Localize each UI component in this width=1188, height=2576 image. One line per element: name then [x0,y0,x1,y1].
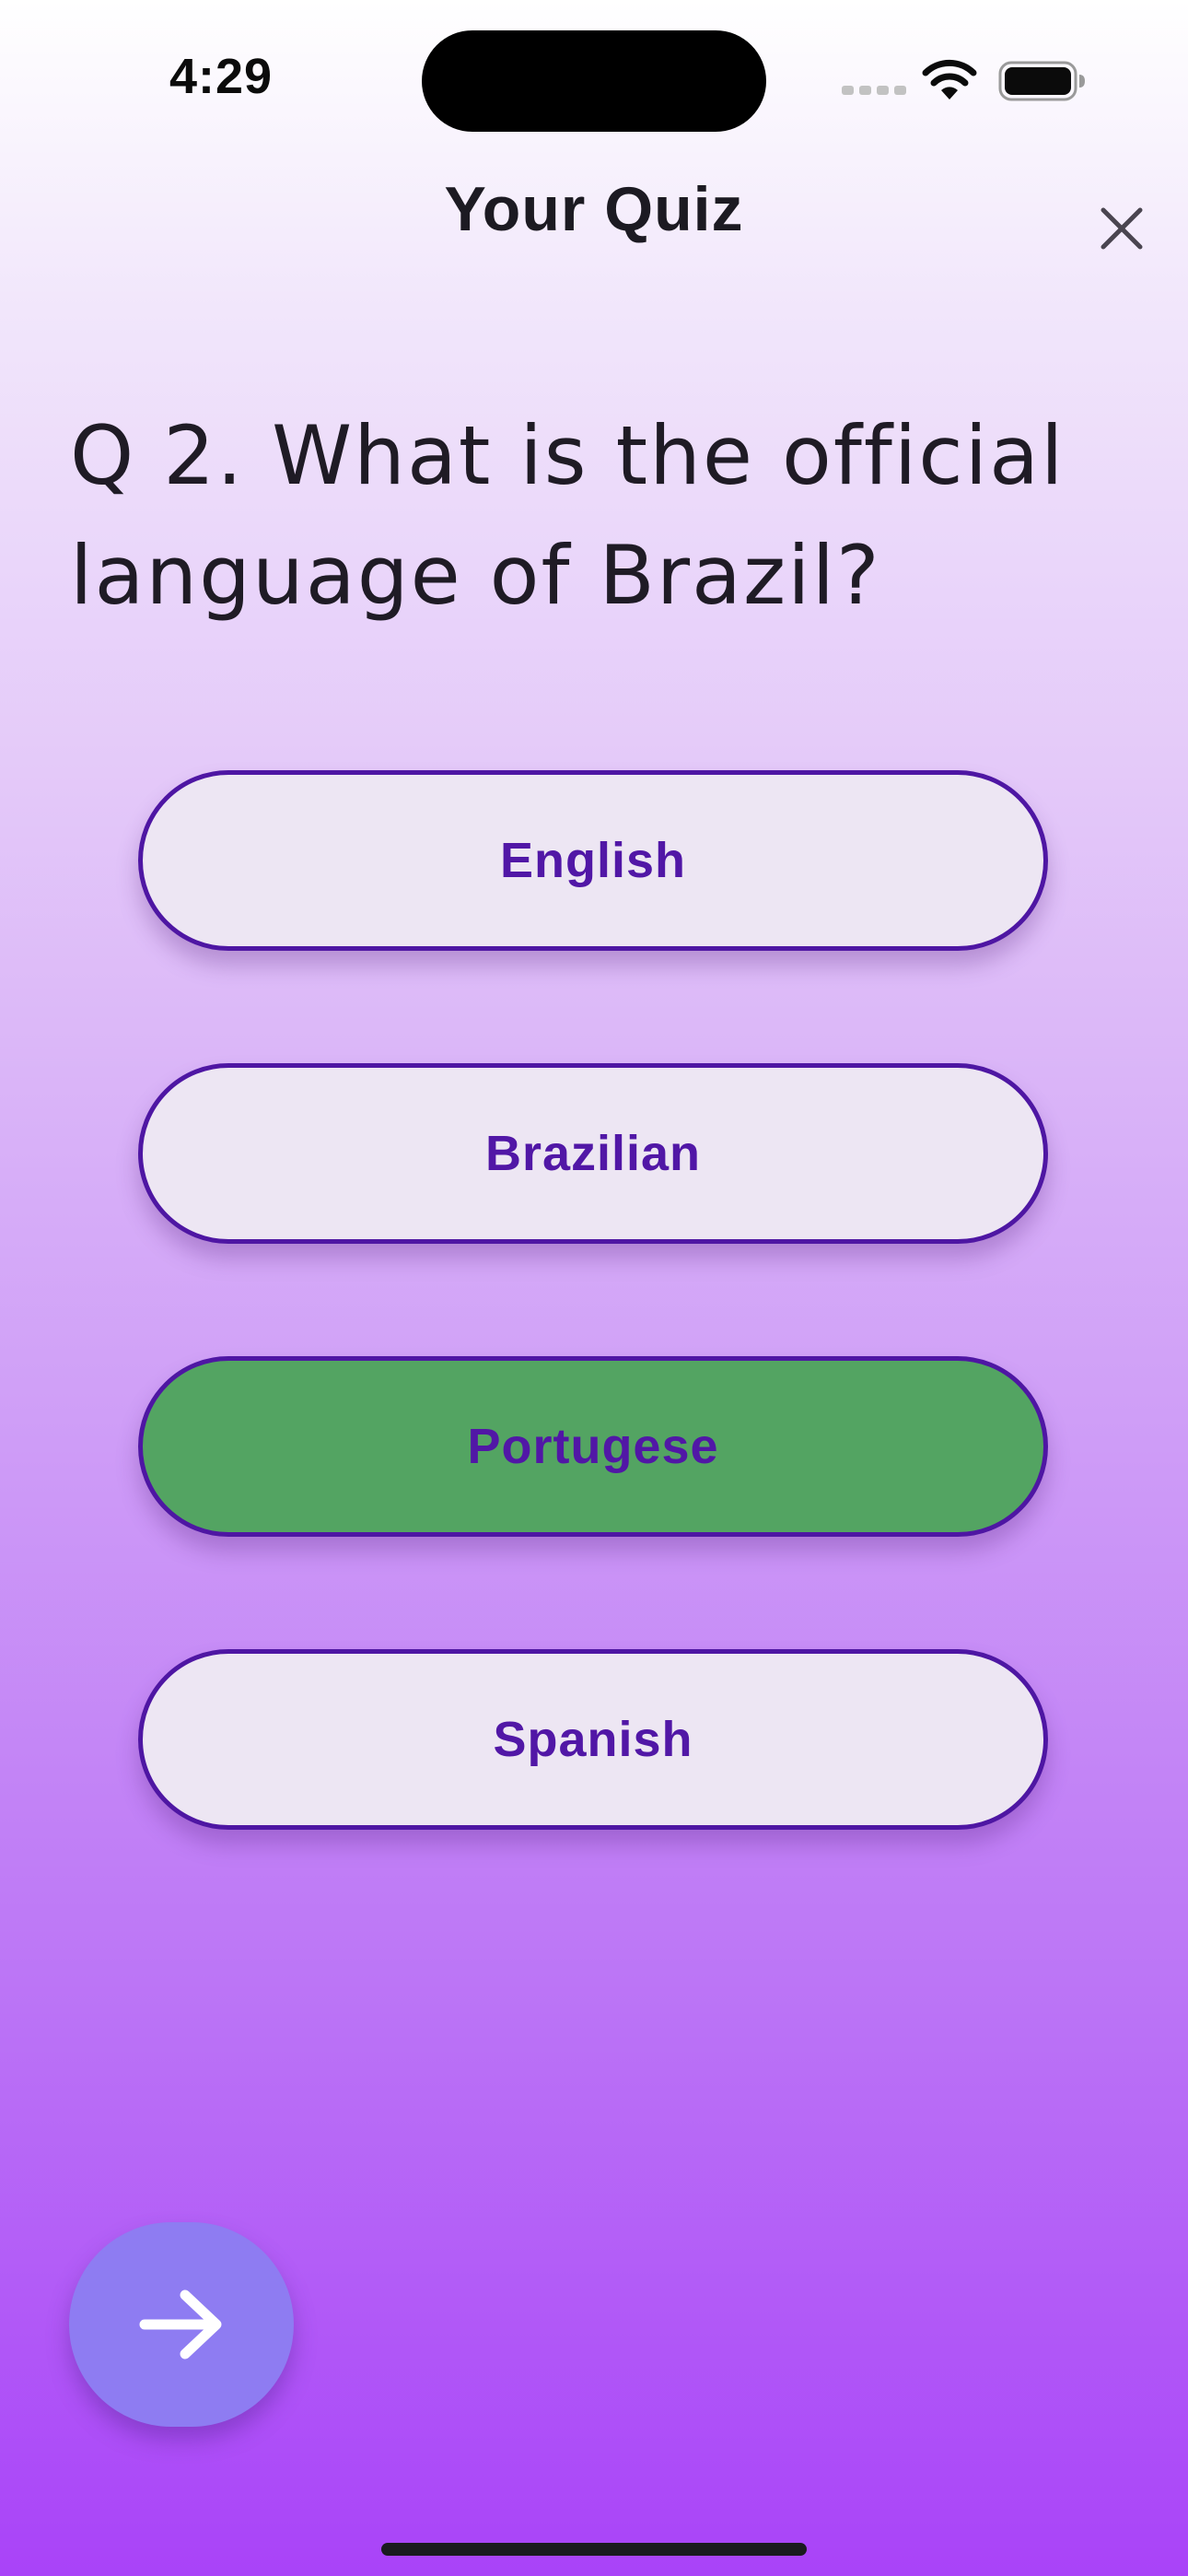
close-icon[interactable] [1094,201,1149,256]
answer-options: English Brazilian Portugese Spanish [138,770,1048,1942]
battery-icon [998,61,1085,101]
arrow-right-icon [139,2289,222,2359]
cellular-signal-icon [842,86,906,95]
wifi-icon [922,59,977,100]
next-question-button[interactable] [69,2222,294,2427]
status-time: 4:29 [169,49,274,104]
answer-option-label: Brazilian [484,1126,702,1181]
answer-option-label: Spanish [493,1712,693,1767]
answer-option-label: Portugese [467,1419,719,1474]
answer-option-spanish[interactable]: Spanish [138,1649,1048,1830]
home-indicator[interactable] [381,2543,807,2556]
page-title: Your Quiz [444,174,744,244]
answer-option-portugese[interactable]: Portugese [138,1356,1048,1537]
question-text: Q 2. What is the official language of Br… [70,408,1066,623]
dynamic-island [422,30,766,132]
quiz-screen: 4:29 Your Quiz Q 2. What is the official… [0,0,1188,2576]
answer-option-label: English [499,833,686,888]
answer-option-brazilian[interactable]: Brazilian [138,1063,1048,1244]
answer-option-english[interactable]: English [138,770,1048,951]
